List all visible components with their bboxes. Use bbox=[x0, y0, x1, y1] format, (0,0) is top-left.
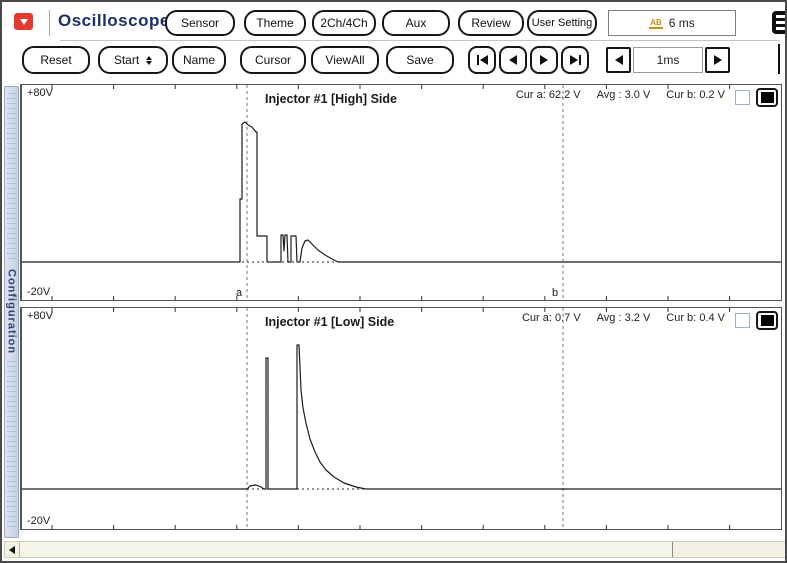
scroll-left-button[interactable] bbox=[5, 542, 20, 557]
cursor-a-label: a bbox=[236, 287, 242, 299]
aux-button[interactable]: Aux bbox=[382, 10, 450, 36]
start-button-label: Start bbox=[114, 53, 139, 67]
start-button[interactable]: Start bbox=[98, 46, 168, 74]
channel-mode-button[interactable]: 2Ch/4Ch bbox=[312, 10, 376, 36]
page-title: Oscilloscope bbox=[58, 11, 170, 31]
arrow-right-icon bbox=[714, 55, 722, 65]
reset-button[interactable]: Reset bbox=[22, 46, 90, 74]
cursor-readouts: Cur a: 0.7 V Avg : 3.2 V Cur b: 0.4 V bbox=[522, 312, 725, 324]
avg-value: 3.0 V bbox=[625, 89, 651, 101]
title-divider bbox=[49, 10, 50, 36]
channel-color-swatch[interactable] bbox=[756, 88, 778, 107]
channel-panel-high-side: +80V -20V Injector #1 [High] Side Cur a:… bbox=[20, 84, 782, 301]
chevron-down-icon bbox=[20, 19, 28, 25]
channel-title: Injector #1 [Low] Side bbox=[265, 315, 394, 329]
save-button[interactable]: Save bbox=[386, 46, 454, 74]
step-forward-icon bbox=[540, 55, 548, 65]
avg-label: Avg : bbox=[597, 89, 622, 101]
channel-visibility-checkbox[interactable] bbox=[735, 90, 750, 105]
scrollbar-thumb[interactable] bbox=[20, 542, 673, 557]
channel-visibility-checkbox[interactable] bbox=[735, 313, 750, 328]
y-min-label: -20V bbox=[27, 515, 50, 527]
skip-start-button[interactable] bbox=[468, 46, 496, 74]
ab-time-value: 6 ms bbox=[669, 16, 695, 30]
cur-b-value: 0.2 V bbox=[699, 89, 725, 101]
cur-b-label: Cur b: bbox=[666, 89, 696, 101]
sidebar-tab-configuration[interactable]: Configuration bbox=[4, 86, 19, 538]
cur-a-value: 62.2 V bbox=[549, 89, 581, 101]
cur-b-label: Cur b: bbox=[666, 312, 696, 324]
skip-end-icon bbox=[570, 55, 578, 65]
user-setting-button[interactable]: User Setting bbox=[527, 10, 597, 36]
avg-value: 3.2 V bbox=[625, 312, 651, 324]
cursor-button[interactable]: Cursor bbox=[240, 46, 306, 74]
cur-a-label: Cur a: bbox=[516, 89, 546, 101]
sidebar-tab-label: Configuration bbox=[6, 269, 18, 354]
timebase-next-button[interactable] bbox=[705, 47, 730, 73]
grip-lines bbox=[7, 361, 16, 531]
y-min-label: -20V bbox=[27, 286, 50, 298]
grip-lines bbox=[7, 93, 16, 263]
channel-color-swatch[interactable] bbox=[756, 311, 778, 330]
window-edge-line bbox=[778, 44, 780, 74]
avg-label: Avg : bbox=[597, 312, 622, 324]
ab-cursor-icon: AB bbox=[649, 18, 663, 29]
y-max-label: +80V bbox=[27, 310, 53, 322]
cursor-readouts: Cur a: 62.2 V Avg : 3.0 V Cur b: 0.2 V bbox=[516, 89, 725, 101]
timebase-prev-button[interactable] bbox=[606, 47, 631, 73]
step-back-icon bbox=[509, 55, 517, 65]
spinner-arrows-icon bbox=[146, 56, 152, 65]
channel-panel-low-side: +80V -20V Injector #1 [Low] Side Cur a: … bbox=[20, 307, 782, 530]
name-button[interactable]: Name bbox=[172, 46, 226, 74]
skip-end-button[interactable] bbox=[561, 46, 589, 74]
app-menu-button[interactable] bbox=[14, 13, 33, 30]
toolbar-separator bbox=[60, 40, 780, 41]
oscilloscope-window: Oscilloscope Sensor Theme 2Ch/4Ch Aux Re… bbox=[0, 0, 787, 563]
step-forward-button[interactable] bbox=[530, 46, 558, 74]
review-button[interactable]: Review bbox=[458, 10, 524, 36]
y-max-label: +80V bbox=[27, 87, 53, 99]
cur-a-label: Cur a: bbox=[522, 312, 552, 324]
cur-b-value: 0.4 V bbox=[699, 312, 725, 324]
arrow-left-icon bbox=[615, 55, 623, 65]
ab-time-display: AB 6 ms bbox=[608, 10, 736, 36]
menu-list-icon[interactable] bbox=[772, 11, 787, 34]
theme-button[interactable]: Theme bbox=[244, 10, 306, 36]
cursor-b-label: b bbox=[552, 287, 558, 299]
step-back-button[interactable] bbox=[499, 46, 527, 74]
channel-title: Injector #1 [High] Side bbox=[265, 92, 397, 106]
timebase-field[interactable]: 1ms bbox=[633, 47, 703, 73]
horizontal-scrollbar[interactable] bbox=[4, 541, 787, 558]
sensor-button[interactable]: Sensor bbox=[165, 10, 235, 36]
waveform-plot[interactable] bbox=[22, 308, 781, 529]
black-color-fill bbox=[761, 92, 774, 103]
waveform-plot[interactable] bbox=[22, 85, 781, 300]
arrow-left-icon bbox=[9, 546, 15, 554]
viewall-button[interactable]: ViewAll bbox=[311, 46, 379, 74]
cur-a-value: 0.7 V bbox=[555, 312, 581, 324]
black-color-fill bbox=[761, 315, 774, 326]
skip-start-icon bbox=[477, 55, 479, 65]
